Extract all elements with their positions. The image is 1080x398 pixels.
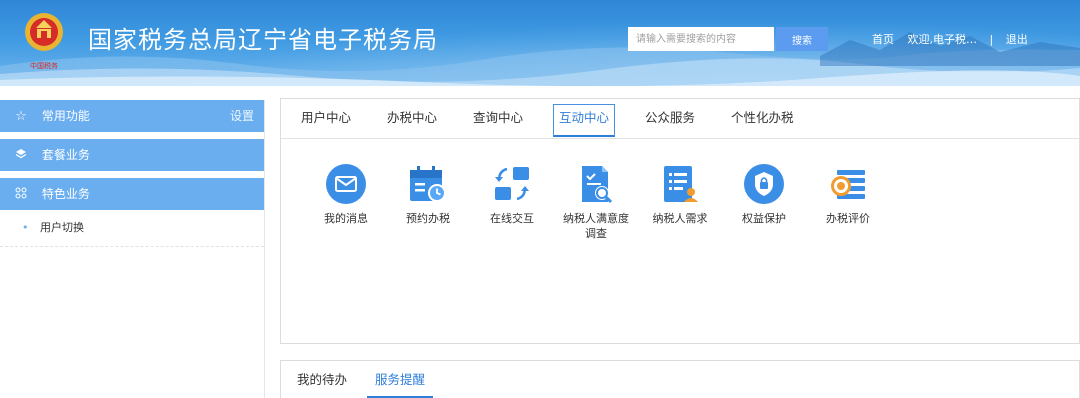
online-interaction-icon — [495, 167, 529, 201]
site-title: 国家税务总局辽宁省电子税务局 — [88, 26, 438, 54]
service-label: 办税评价 — [826, 212, 870, 225]
service-my-messages[interactable]: 我的消息 — [309, 163, 383, 226]
sidebar-section-featured[interactable]: 特色业务 — [0, 178, 264, 210]
sidebar-item-label: 用户切换 — [40, 221, 84, 234]
tab-query-center[interactable]: 查询中心 — [473, 99, 523, 137]
tab-my-todo[interactable]: 我的待办 — [297, 361, 347, 398]
sidebar-divider — [264, 100, 265, 398]
logout-link[interactable]: 退出 — [1006, 33, 1028, 46]
header-links: 首页 欢迎,电子税… | 退出 — [872, 31, 1028, 47]
sidebar-item-switch-user[interactable]: • 用户切换 — [0, 210, 264, 247]
reminders-panel: 我的待办 服务提醒 — [280, 360, 1080, 398]
service-label: 预约办税 — [406, 212, 450, 225]
interaction-center-panel: 用户中心 办税中心 查询中心 互动中心 公众服务 个性化办税 我的消息 预约办税… — [280, 98, 1080, 344]
service-online-interaction[interactable]: 在线交互 — [475, 163, 549, 226]
sidebar-section-common-functions[interactable]: ☆ 常用功能 设置 — [0, 100, 264, 132]
bullet-icon: • — [22, 221, 29, 234]
rights-protection-shield-icon — [744, 164, 784, 204]
sidebar: ☆ 常用功能 设置 套餐业务 特色业务 • 用户切换 — [0, 100, 264, 398]
site-header: 中国税务 国家税务总局辽宁省电子税务局 搜索 首页 欢迎,电子税… | 退出 — [0, 0, 1080, 86]
service-label: 权益保护 — [742, 212, 786, 225]
service-satisfaction-survey[interactable]: 纳税人满意度调查 — [559, 163, 633, 241]
star-icon: ☆ — [15, 109, 27, 124]
tax-bureau-emblem-logo: 中国税务 — [25, 13, 63, 70]
service-label: 纳税人需求 — [652, 212, 708, 225]
service-icon-grid: 我的消息 预约办税 在线交互 纳税人满意度调查 纳税人需求 权益保护 办税评价 — [281, 139, 1079, 339]
emblem-caption: 中国税务 — [30, 61, 58, 70]
taxpayer-needs-icon — [664, 166, 698, 202]
search-input[interactable] — [628, 27, 774, 51]
sidebar-section-label: 套餐业务 — [41, 148, 90, 162]
tab-public-service[interactable]: 公众服务 — [645, 99, 695, 137]
tax-evaluation-icon — [831, 170, 865, 199]
message-icon — [326, 164, 366, 204]
tab-service-reminders[interactable]: 服务提醒 — [366, 361, 434, 398]
settings-link[interactable]: 设置 — [230, 100, 254, 132]
sidebar-section-label: 常用功能 — [41, 109, 90, 123]
tab-user-center[interactable]: 用户中心 — [301, 99, 351, 137]
service-label: 纳税人满意度调查 — [563, 212, 629, 240]
service-appointment[interactable]: 预约办税 — [391, 163, 465, 226]
main-tab-bar: 用户中心 办税中心 查询中心 互动中心 公众服务 个性化办税 — [281, 99, 1079, 139]
satisfaction-survey-icon — [582, 166, 613, 204]
service-tax-evaluation[interactable]: 办税评价 — [811, 163, 885, 226]
appointment-calendar-icon — [410, 166, 446, 202]
home-link[interactable]: 首页 — [872, 33, 894, 46]
layers-icon — [14, 140, 28, 172]
sidebar-section-label: 特色业务 — [41, 187, 90, 201]
service-rights-protection[interactable]: 权益保护 — [727, 163, 801, 226]
service-taxpayer-needs[interactable]: 纳税人需求 — [643, 163, 717, 226]
service-label: 我的消息 — [324, 212, 368, 225]
tab-interaction-center[interactable]: 互动中心 — [553, 99, 616, 137]
sidebar-section-packages[interactable]: 套餐业务 — [0, 139, 264, 171]
search-button[interactable]: 搜索 — [776, 27, 828, 51]
header-separator: | — [989, 33, 994, 46]
welcome-user-link[interactable]: 欢迎,电子税… — [908, 33, 978, 46]
grid-icon — [14, 179, 28, 211]
tab-personalized-tax[interactable]: 个性化办税 — [731, 99, 794, 137]
tab-tax-center[interactable]: 办税中心 — [387, 99, 437, 137]
service-label: 在线交互 — [490, 212, 534, 225]
